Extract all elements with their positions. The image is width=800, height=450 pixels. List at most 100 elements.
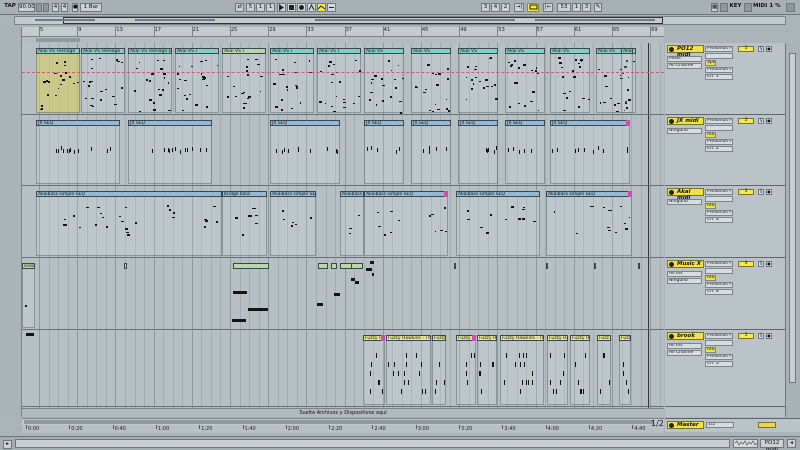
key-map-button[interactable]: KEY: [729, 3, 742, 12]
position-beat-field[interactable]: 1: [256, 3, 265, 12]
clip-body[interactable]: [364, 126, 404, 184]
quantize-select[interactable]: 1 Bar: [80, 3, 102, 12]
track-output-channel-select[interactable]: Ch. 4: [705, 289, 733, 295]
clip-body[interactable]: [458, 126, 498, 184]
arrangement-clip-stub[interactable]: [454, 263, 456, 269]
clip-body[interactable]: [36, 197, 222, 256]
loop-start-bar-field[interactable]: 3: [481, 3, 490, 12]
track-arm-button[interactable]: ●: [766, 46, 772, 52]
time-ruler[interactable]: 0:00 0:20 0:40 1:00 1:20 1:40 2:00 2:20 2:40 3:00…: [22, 425, 689, 433]
position-bar-field[interactable]: 5: [246, 3, 255, 12]
re-enable-automation-button[interactable]: [327, 3, 336, 12]
track-input-type-select[interactable]: All Ins: [667, 271, 702, 277]
master-cue-value[interactable]: 1/2: [706, 422, 734, 428]
track-input-channel-select[interactable]: [705, 268, 733, 274]
track-output-channel-select[interactable]: Ch. 3: [705, 217, 733, 223]
track-input-type-select[interactable]: Mixer: [667, 56, 702, 62]
automation-arm-button[interactable]: [317, 3, 326, 12]
arrangement-clip-stub[interactable]: [351, 263, 363, 269]
track-name[interactable]: Music X: [667, 260, 704, 268]
loop-length-bar-field[interactable]: 53: [557, 3, 571, 12]
track-activator-icon[interactable]: [669, 190, 674, 195]
horizontal-scroll-thumb[interactable]: [24, 420, 654, 424]
track-input-channel-select[interactable]: [705, 53, 733, 59]
clip-body[interactable]: [270, 197, 316, 256]
arrangement-vertical-scrollbar[interactable]: [785, 43, 800, 417]
clip-body[interactable]: [619, 341, 631, 405]
signature-numerator-field[interactable]: 4: [52, 3, 59, 12]
arrangement-clip-stub[interactable]: [331, 263, 337, 269]
draw-mode-button[interactable]: ✎: [594, 3, 602, 12]
track-input-channel-select[interactable]: All Channe: [667, 63, 702, 69]
track-output-device-select[interactable]: PreSonus Fl: [705, 67, 733, 73]
clip-body[interactable]: [500, 341, 544, 405]
clip-body[interactable]: [81, 54, 125, 113]
clip-body[interactable]: [340, 197, 364, 256]
track-input-type-select[interactable]: Ninguno: [667, 199, 702, 205]
track-monitor-auto-button[interactable]: Auto: [705, 203, 716, 209]
track-arm-button[interactable]: ●: [766, 189, 772, 195]
clip-body[interactable]: [456, 197, 540, 256]
track-output-channel-select[interactable]: Ch. 5: [705, 361, 733, 367]
track-header[interactable]: Music XAll InsNingunoPreSonus FlAutoPreS…: [665, 258, 800, 330]
track-output-type-select[interactable]: PreSonus Fl: [705, 118, 733, 124]
clip-body[interactable]: [363, 341, 385, 405]
clip-body[interactable]: [411, 54, 451, 113]
clip-body[interactable]: [458, 54, 498, 113]
clip-body[interactable]: [432, 341, 446, 405]
loop-length-beat-field[interactable]: 1: [572, 3, 581, 12]
track-name[interactable]: brook: [667, 332, 704, 340]
clip-body[interactable]: [547, 341, 568, 405]
track-input-channel-select[interactable]: All Channe: [667, 350, 702, 356]
horizontal-scrollbar[interactable]: [22, 418, 664, 425]
track-header[interactable]: Akai midiNingunoPreSonus FlAutoPreSonus …: [665, 186, 800, 258]
track-number[interactable]: 2: [738, 118, 754, 124]
track-output-device-select[interactable]: PreSonus Fl: [705, 139, 733, 145]
track-number[interactable]: 3: [738, 189, 754, 195]
track-number[interactable]: 1: [738, 46, 754, 52]
track-output-type-select[interactable]: PreSonus Fl: [705, 46, 733, 52]
arrangement-clip-stub[interactable]: [318, 263, 328, 269]
track-solo-button[interactable]: S: [758, 333, 764, 339]
status-track-name[interactable]: PO12 midi: [760, 439, 784, 450]
loop-start-beat-field[interactable]: 4: [491, 3, 500, 12]
toggle-detail-view-button[interactable]: ◂: [787, 439, 796, 448]
arrangement-clip-stub[interactable]: [233, 263, 269, 269]
track-input-channel-select[interactable]: [705, 125, 733, 131]
clip-body[interactable]: [270, 54, 314, 113]
punch-in-button[interactable]: →|: [514, 3, 524, 12]
track-input-type-select[interactable]: Ninguno: [667, 128, 702, 134]
track-monitor-auto-button[interactable]: Auto: [705, 275, 716, 281]
loop-brace[interactable]: [36, 38, 80, 42]
track-input-channel-select[interactable]: [705, 340, 733, 346]
record-button[interactable]: [297, 3, 306, 12]
track-output-channel-select[interactable]: Ch. 2: [705, 146, 733, 152]
clip-body[interactable]: [621, 54, 633, 113]
tempo-nudge-down-button[interactable]: [36, 3, 42, 12]
stop-button[interactable]: [287, 3, 296, 12]
arrangement-overview[interactable]: [14, 16, 786, 25]
clip-body[interactable]: [364, 54, 404, 113]
master-track-name[interactable]: Master: [667, 421, 704, 429]
track-arm-button[interactable]: ●: [766, 333, 772, 339]
track-input-type-select[interactable]: All Ins: [667, 343, 702, 349]
play-button[interactable]: [277, 3, 286, 12]
track-activator-icon[interactable]: [669, 47, 674, 52]
clip-body[interactable]: [550, 54, 590, 113]
clip-body[interactable]: [270, 126, 340, 184]
track-input-channel-select[interactable]: Ninguno: [667, 278, 702, 284]
track-output-device-select[interactable]: PreSonus Fl: [705, 282, 733, 288]
clip-body[interactable]: [505, 54, 545, 113]
track-header[interactable]: JX midiNingunoPreSonus FlAutoPreSonus Fl…: [665, 115, 800, 186]
arrangement-view[interactable]: Suelte Archivos y Dispositivos aquí Akai…: [22, 43, 664, 417]
track-output-device-select[interactable]: PreSonus Fl: [705, 210, 733, 216]
tap-button[interactable]: TAP: [3, 3, 17, 12]
clip-body[interactable]: [411, 126, 451, 184]
track-monitor-auto-button[interactable]: Auto: [705, 347, 716, 353]
track-activator-icon[interactable]: [669, 119, 674, 124]
track-solo-button[interactable]: S: [758, 118, 764, 124]
signature-denominator-field[interactable]: 4: [61, 3, 68, 12]
overdub-button[interactable]: [307, 3, 316, 12]
arrangement-clip-stub[interactable]: [594, 263, 596, 269]
master-solo-badge[interactable]: [758, 422, 776, 428]
